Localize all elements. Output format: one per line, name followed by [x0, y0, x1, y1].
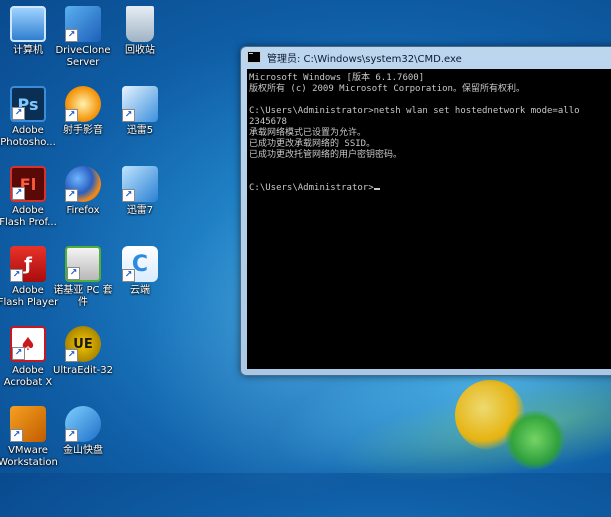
shortcut-arrow-icon: ↗: [122, 189, 135, 202]
computer-icon: [10, 6, 46, 42]
desktop-icon-nokia-pc-suite[interactable]: ↗ 诺基亚 PC 套 件: [51, 246, 115, 309]
console-line: 已成功更改托管网络的用户密钥密码。: [249, 150, 403, 160]
console-icon[interactable]: [247, 51, 261, 63]
flash-player-icon: ƒ ↗: [10, 246, 46, 282]
text-cursor: [373, 188, 380, 190]
flash-f-icon: ƒ: [24, 253, 32, 275]
shortcut-arrow-icon: ↗: [10, 269, 23, 282]
desktop-icon-firefox[interactable]: ↗ Firefox: [51, 166, 115, 217]
cmd-window-title: 管理员: C:\Windows\system32\CMD.exe: [267, 53, 462, 65]
ultraedit-icon: UE ↗: [65, 326, 101, 362]
console-prompt-line: C:\Users\Administrator>: [247, 183, 611, 194]
console-prompt: C:\Users\Administrator>: [249, 183, 374, 193]
console-line: 版权所有 (c) 2009 Microsoft Corporation。保留所有…: [249, 84, 525, 94]
shortcut-arrow-icon: ↗: [65, 429, 78, 442]
photoshop-icon: Ps ↗: [10, 86, 46, 122]
vmware-icon: ↗: [10, 406, 46, 442]
desktop-icon-player[interactable]: ↗ 射手影音: [51, 86, 115, 137]
cmd-window[interactable]: 管理员: C:\Windows\system32\CMD.exe Microso…: [240, 46, 611, 376]
shortcut-arrow-icon: ↗: [65, 109, 78, 122]
nokia-pc-suite-icon: ↗: [65, 246, 101, 282]
acrobat-icon: ♠ ↗: [10, 326, 46, 362]
console-output[interactable]: Microsoft Windows [版本 6.1.7600] 版权所有 (c)…: [247, 69, 611, 369]
shortcut-arrow-icon: ↗: [122, 109, 135, 122]
recycle-bin-icon: [126, 6, 154, 42]
shortcut-arrow-icon: ↗: [67, 267, 80, 280]
shortcut-arrow-icon: ↗: [10, 429, 23, 442]
desktop-icon-cloud[interactable]: C ↗ 云端: [108, 246, 172, 297]
flash-pro-icon: Fl ↗: [10, 166, 46, 202]
cmd-titlebar[interactable]: 管理员: C:\Windows\system32\CMD.exe: [241, 47, 611, 67]
kingsoft-disk-icon: ↗: [65, 406, 101, 442]
desktop-icon-xunlei7[interactable]: ↗ 迅雷7: [108, 166, 172, 217]
desktop-icon-recycle-bin[interactable]: 回收站: [108, 6, 172, 57]
shortcut-arrow-icon: ↗: [12, 347, 25, 360]
shortcut-arrow-icon: ↗: [65, 29, 78, 42]
shortcut-arrow-icon: ↗: [12, 107, 25, 120]
shortcut-arrow-icon: ↗: [12, 187, 25, 200]
cloud-c-icon: C ↗: [122, 246, 158, 282]
console-line: 已成功更改承载网络的 SSID。: [249, 139, 376, 149]
console-line: 承载网络模式已设置为允许。: [249, 128, 367, 138]
desktop-icon-ultraedit[interactable]: UE ↗ UltraEdit-32: [51, 326, 115, 377]
desktop-icon-driveclone[interactable]: ↗ DriveClone Server: [51, 6, 115, 69]
desktop-icon-kingsoft-disk[interactable]: ↗ 金山快盘: [51, 406, 115, 457]
desktop-icon-xunlei5[interactable]: ↗ 迅雷5: [108, 86, 172, 137]
console-line: C:\Users\Administrator>netsh wlan set ho…: [249, 106, 580, 116]
xunlei7-icon: ↗: [122, 166, 158, 202]
shortcut-arrow-icon: ↗: [65, 349, 78, 362]
wallpaper-logo-green: [505, 410, 565, 470]
xunlei5-icon: ↗: [122, 86, 158, 122]
firefox-icon: ↗: [65, 166, 101, 202]
driveclone-icon: ↗: [65, 6, 101, 42]
shortcut-arrow-icon: ↗: [65, 189, 78, 202]
console-line: Microsoft Windows [版本 6.1.7600]: [249, 73, 425, 83]
shortcut-arrow-icon: ↗: [122, 269, 135, 282]
console-line: 2345678: [249, 117, 287, 127]
player-icon: ↗: [65, 86, 101, 122]
